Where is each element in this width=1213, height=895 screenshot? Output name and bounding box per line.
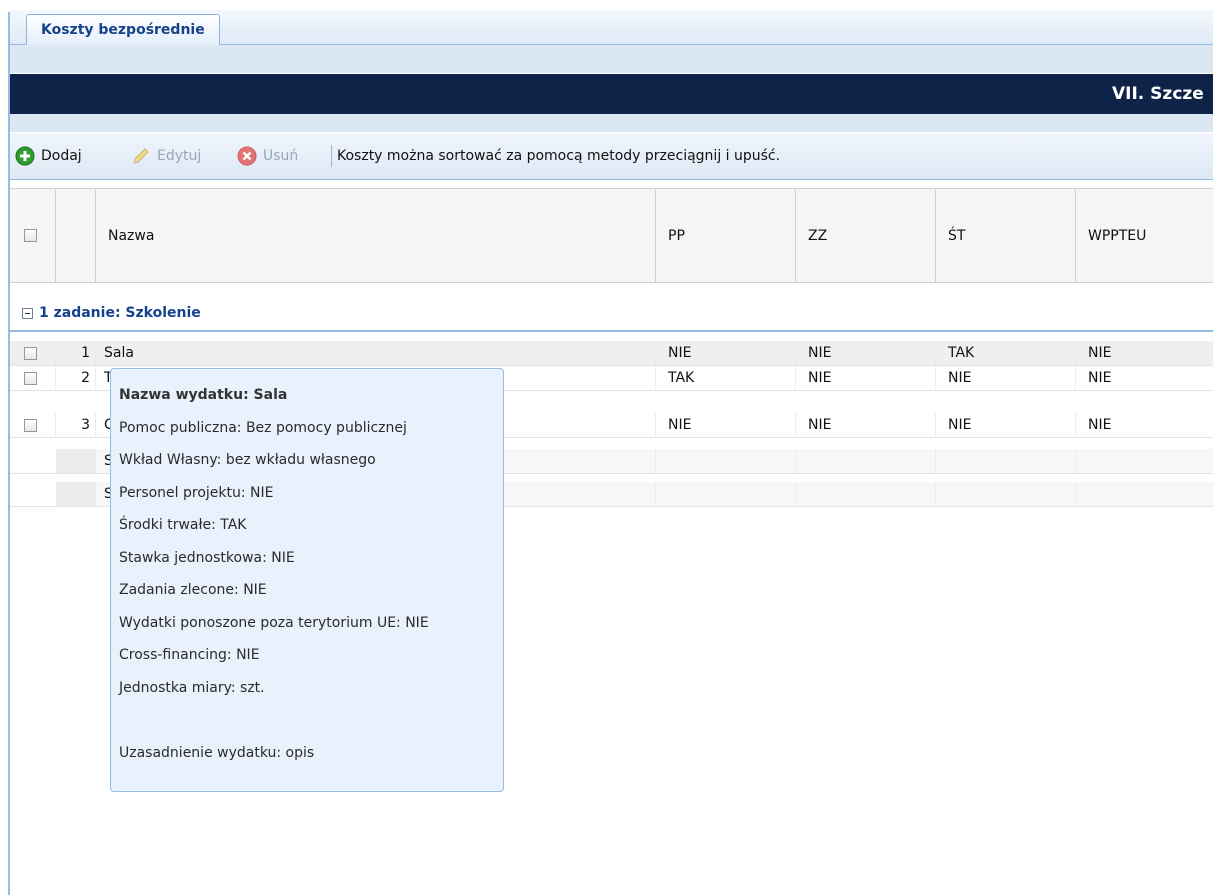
- toolbar-info-text: Koszty można sortować za pomocą metody p…: [337, 148, 781, 164]
- row-wppteu: NIE: [1088, 417, 1112, 433]
- collapse-icon[interactable]: [22, 307, 33, 319]
- section-title-bar: VII. Szcze: [10, 74, 1213, 114]
- add-button[interactable]: Dodaj: [14, 133, 82, 179]
- add-button-label: Dodaj: [41, 148, 82, 164]
- table-row[interactable]: 1 Sala NIE NIE TAK NIE: [10, 341, 1213, 366]
- row-checkbox-cell: [10, 413, 56, 437]
- tab-koszty-bezposrednie[interactable]: Koszty bezpośrednie: [26, 14, 220, 45]
- tooltip-line: Wydatki ponoszone poza terytorium UE: NI…: [119, 614, 429, 631]
- row-number: 3: [56, 413, 96, 437]
- grid-header: Nazwa PP ZZ ŚT WPPTEU: [10, 188, 1213, 283]
- column-header-st[interactable]: ŚT: [936, 189, 1076, 282]
- tooltip-line: Cross-financing: NIE: [119, 647, 260, 663]
- pencil-icon: [130, 145, 152, 167]
- column-header-nazwa[interactable]: Nazwa: [96, 189, 656, 282]
- spacer-band: [10, 45, 1213, 73]
- spacer-band: [10, 114, 1213, 132]
- summary-zz: [796, 449, 936, 473]
- tooltip-footer: Uzasadnienie wydatku: opis: [119, 744, 315, 761]
- tooltip-line: Zadania zlecone: NIE: [119, 582, 267, 598]
- row-wppteu: NIE: [1088, 345, 1112, 361]
- summary-spacer: [10, 482, 56, 506]
- row-checkbox-cell: [10, 366, 56, 390]
- tooltip-line: Pomoc publiczna: Bez pomocy publicznej: [119, 419, 407, 436]
- row-zz: NIE: [796, 341, 936, 365]
- summary-pp: [656, 449, 796, 473]
- tooltip-line: Stawka jednostkowa: NIE: [119, 549, 295, 566]
- row-st: TAK: [936, 341, 1076, 365]
- summary-wppteu: [1076, 449, 1213, 473]
- delete-button[interactable]: Usuń: [236, 133, 298, 179]
- summary-st: [936, 449, 1076, 473]
- expense-tooltip: Nazwa wydatku: Sala Pomoc publiczna: Bez…: [110, 368, 504, 792]
- section-title: VII. Szcze: [1112, 84, 1204, 104]
- tooltip-line: Środki trwałe: TAK: [119, 517, 247, 533]
- tooltip-line: Personel projektu: NIE: [119, 484, 274, 501]
- delete-circle-icon: [236, 145, 258, 167]
- summary-st: [936, 482, 1076, 506]
- row-checkbox-cell: [10, 341, 56, 365]
- row-pp: NIE: [656, 341, 796, 365]
- summary-pp: [656, 482, 796, 506]
- plus-circle-icon: [14, 145, 36, 167]
- row-wppteu: NIE: [1088, 370, 1112, 386]
- edit-button[interactable]: Edytuj: [130, 133, 201, 179]
- tooltip-line: Jednostka miary: szt.: [119, 679, 265, 696]
- tab-strip: Koszty bezpośrednie: [10, 10, 1213, 45]
- column-header-zz[interactable]: ZZ: [796, 189, 936, 282]
- group-label: 1 zadanie: Szkolenie: [39, 305, 201, 321]
- column-header-pp[interactable]: PP: [656, 189, 796, 282]
- summary-wppteu: [1076, 482, 1213, 506]
- summary-number-cell: [56, 449, 96, 473]
- select-all-cell: [10, 189, 56, 282]
- row-zz: NIE: [796, 413, 936, 437]
- summary-spacer: [10, 449, 56, 473]
- toolbar: Dodaj Edytuj Usuń Koszty można sortować …: [10, 133, 1213, 180]
- edit-button-label: Edytuj: [157, 148, 202, 164]
- tooltip-line: Wkład Własny: bez wkładu własnego: [119, 452, 376, 468]
- row-checkbox[interactable]: [24, 346, 37, 360]
- row-number: 2: [56, 366, 96, 390]
- row-pp: NIE: [656, 413, 796, 437]
- row-st: NIE: [936, 413, 1076, 437]
- summary-zz: [796, 482, 936, 506]
- row-pp: TAK: [656, 366, 796, 390]
- row-zz: NIE: [796, 366, 936, 390]
- group-row[interactable]: 1 zadanie: Szkolenie: [10, 296, 1213, 332]
- tooltip-title: Nazwa wydatku: Sala: [119, 387, 288, 403]
- summary-number-cell: [56, 482, 96, 506]
- row-number: 1: [56, 341, 96, 365]
- toolbar-separator: [331, 145, 332, 167]
- row-checkbox[interactable]: [24, 371, 37, 385]
- delete-button-label: Usuń: [263, 148, 299, 164]
- row-st: NIE: [936, 366, 1076, 390]
- row-checkbox[interactable]: [24, 418, 37, 432]
- row-name: Sala: [96, 341, 656, 365]
- select-all-checkbox[interactable]: [24, 229, 37, 242]
- column-header-wppteu[interactable]: WPPTEU: [1076, 189, 1213, 282]
- tooltip-blank-line: [119, 704, 503, 737]
- column-header-number: [56, 189, 96, 282]
